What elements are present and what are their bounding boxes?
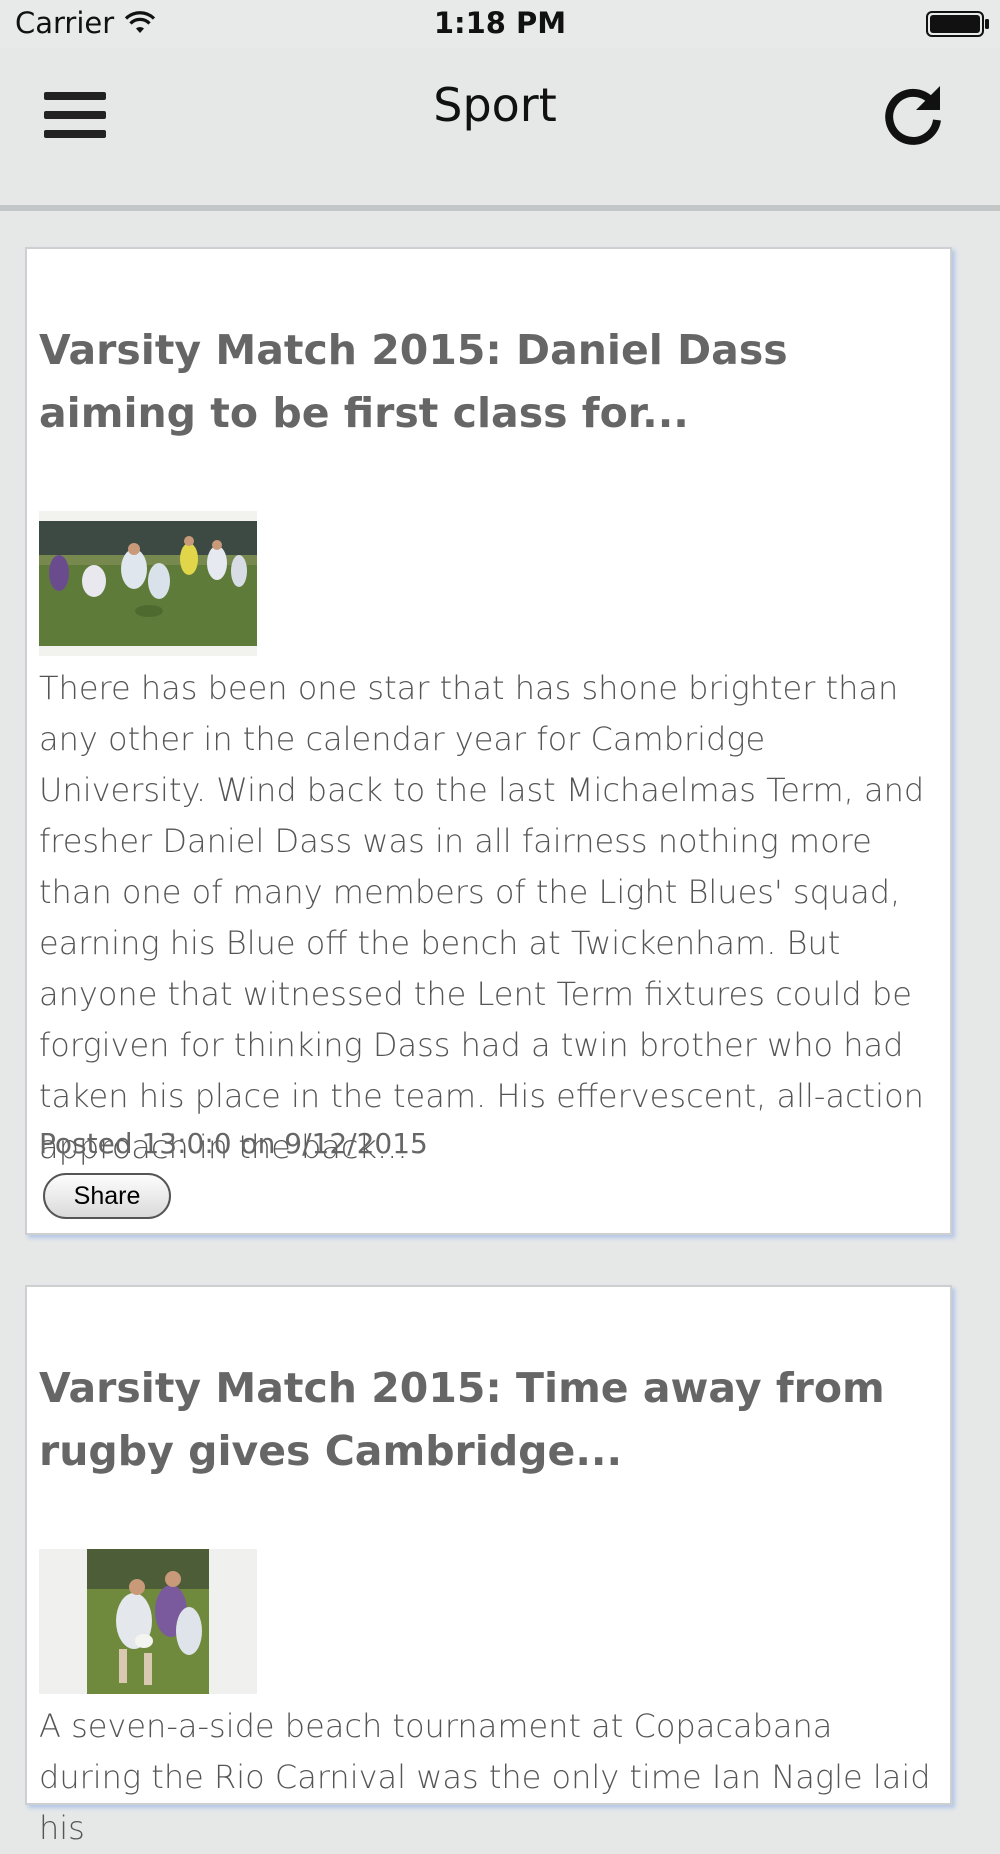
share-button[interactable]: Share bbox=[43, 1173, 171, 1219]
status-bar: Carrier 1:18 PM bbox=[0, 0, 1000, 48]
article-card: Varsity Match 2015: Daniel Dass aiming t… bbox=[25, 247, 952, 1235]
refresh-icon[interactable] bbox=[880, 82, 946, 148]
article-card: Varsity Match 2015: Time away from rugby… bbox=[25, 1285, 952, 1847]
article-title[interactable]: Varsity Match 2015: Time away from rugby… bbox=[39, 1357, 939, 1483]
article-posted-date: Posted 13:0:0 on 9/12/2015 bbox=[39, 1127, 428, 1160]
article-thumbnail[interactable] bbox=[39, 511, 257, 656]
article-excerpt: There has been one star that has shone b… bbox=[39, 669, 925, 1166]
status-time: 1:18 PM bbox=[433, 6, 567, 40]
article-title[interactable]: Varsity Match 2015: Daniel Dass aiming t… bbox=[39, 319, 939, 445]
nav-header: Sport bbox=[0, 48, 1000, 211]
page-title: Sport bbox=[433, 78, 557, 132]
article-thumbnail[interactable] bbox=[39, 1549, 257, 1694]
battery-icon bbox=[926, 11, 989, 37]
